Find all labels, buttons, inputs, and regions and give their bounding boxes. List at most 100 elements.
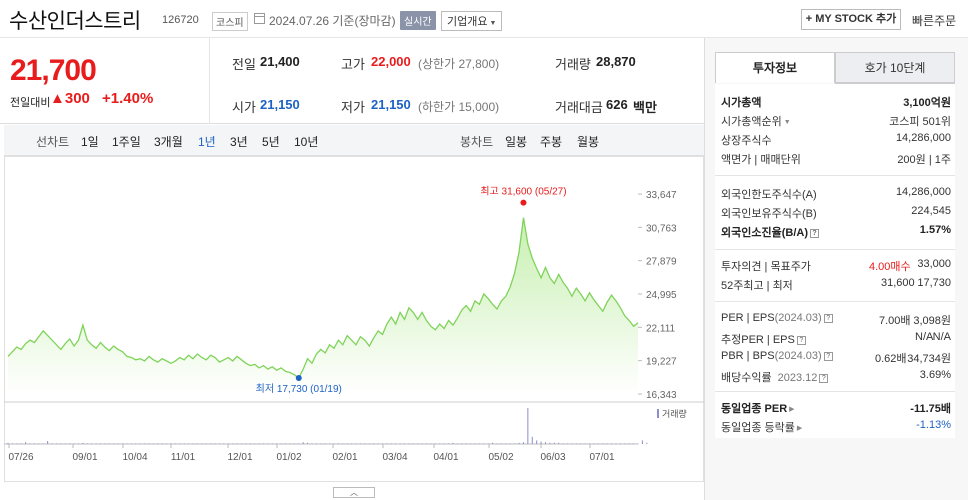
volume-bar: [496, 443, 498, 444]
volume-bar: [42, 443, 44, 444]
volume-bar: [452, 442, 454, 444]
tab-investment-info[interactable]: 투자정보: [715, 52, 835, 83]
volume-bar: [320, 443, 322, 444]
volume-legend-swatch: [657, 409, 659, 418]
foreign-ratio-value: 1.57%: [919, 224, 951, 236]
volume-bar: [505, 443, 507, 444]
candle-weekly-button[interactable]: 주봉: [540, 133, 562, 150]
candle-monthly-button[interactable]: 월봉: [577, 133, 599, 150]
volume-bar: [518, 442, 520, 444]
open-value: 21,150: [260, 97, 300, 112]
candle-chart-label: 봉차트: [460, 135, 494, 149]
realtime-button[interactable]: 실시간: [400, 11, 436, 30]
volume-bar: [553, 442, 555, 444]
info-section-sector: 동일업종 PER ▶ -11.75배 동일업종 등락률 ▶ -1.13%: [715, 392, 955, 438]
help-icon[interactable]: ?: [823, 352, 833, 361]
volume-bar: [188, 443, 190, 444]
volume-bar: [122, 443, 124, 444]
period-1d-button[interactable]: 1일: [81, 133, 99, 150]
upper-limit: (상한가 27,800): [418, 57, 500, 71]
x-tick-label: 06/03: [540, 452, 565, 463]
volume-bar: [637, 443, 639, 444]
volume-bar: [104, 443, 106, 444]
volume-bar: [77, 443, 79, 444]
volume-bar: [298, 443, 300, 444]
volume-bar: [139, 443, 141, 444]
volume-bar: [20, 443, 22, 444]
volume-bar: [324, 443, 326, 444]
add-mystock-button[interactable]: + MY STOCK 추가: [801, 9, 901, 30]
prev-close-value: 21,400: [260, 54, 300, 69]
volume-bar: [628, 443, 630, 444]
volume-bar: [571, 443, 573, 444]
y-tick-label: 30,763: [646, 223, 677, 234]
help-icon[interactable]: ?: [810, 229, 819, 238]
opinion-label: 투자의견 | 목표주가: [721, 261, 811, 273]
volume-bar: [64, 443, 66, 444]
eps-value: 3,098원: [913, 315, 951, 327]
target-price-value: 33,000: [917, 258, 951, 270]
period-10y-button[interactable]: 10년: [294, 133, 318, 150]
volume-bar: [249, 443, 251, 444]
period-1w-button[interactable]: 1주일: [112, 133, 141, 150]
divider: [209, 38, 210, 124]
help-icon[interactable]: ?: [819, 374, 829, 383]
chevron-down-icon[interactable]: ▼: [784, 119, 791, 126]
volume-bar: [483, 443, 485, 444]
period-5y-button[interactable]: 5년: [262, 133, 280, 150]
volume-bar: [130, 443, 132, 444]
volume-bar: [492, 442, 494, 444]
low-value: 21,150: [371, 97, 411, 112]
volume-bar: [152, 443, 154, 444]
help-icon[interactable]: ?: [796, 336, 806, 345]
high52-value: 31,600: [881, 277, 915, 289]
low-label: 저가: [341, 100, 365, 115]
chart-toolbar: 선차트 1일 1주일 3개월 1년 3년 5년 10년 봉차트 일봉 주봉 월봉: [4, 125, 704, 156]
pbr-label-text: PBR | BPS: [721, 350, 775, 362]
volume-bar: [430, 443, 432, 444]
expand-chart-button[interactable]: ︿: [333, 487, 375, 498]
volume-bar: [575, 443, 577, 444]
volume-bar: [307, 442, 309, 444]
volume-bar: [364, 443, 366, 444]
volume-bar: [240, 443, 242, 444]
help-icon[interactable]: ?: [823, 314, 833, 323]
period-1y-button[interactable]: 1년: [198, 133, 216, 150]
volume-bar: [624, 443, 626, 444]
add-mystock-label: MY STOCK 추가: [815, 13, 897, 25]
y-tick-label: 24,995: [646, 290, 677, 301]
dividend-date: 2023.12: [777, 372, 818, 384]
company-info-button[interactable]: 기업개요 ▼: [441, 11, 503, 31]
price-change-value: 300: [64, 90, 90, 107]
chevron-right-icon[interactable]: ▶: [789, 405, 794, 413]
period-3y-button[interactable]: 3년: [230, 133, 248, 150]
tab-order-book[interactable]: 호가 10단계: [835, 52, 955, 83]
volume-bar: [399, 443, 401, 444]
volume-bar: [373, 443, 375, 444]
volume-bar: [276, 443, 278, 444]
volume-bar: [117, 443, 119, 444]
quick-order-link[interactable]: 빠른주문: [912, 12, 956, 29]
dividend-value: 3.69%: [919, 369, 951, 381]
investment-info-panel: 투자정보 호가 10단계 시가총액 3,100억원 시가총액순위 ▼ 코스피 501위…: [704, 38, 968, 500]
volume-bar: [95, 443, 97, 444]
est-eps-value: N/A: [932, 331, 951, 343]
chevron-right-icon[interactable]: ▶: [797, 424, 802, 432]
high-annotation: 최고 31,600 (05/27): [480, 186, 566, 198]
info-section-foreign: 외국인한도주식수(A) 14,286,000 외국인보유주식수(B) 224,545…: [715, 176, 955, 250]
price-area-fill: [8, 217, 638, 394]
period-3m-button[interactable]: 3개월: [154, 133, 183, 150]
x-tick-label: 03/04: [382, 452, 407, 463]
volume-bar: [280, 443, 282, 444]
low-marker: [295, 374, 302, 381]
x-tick-label: 02/01: [332, 452, 357, 463]
line-chart-label: 선차트: [36, 135, 70, 149]
volume-bar: [351, 443, 353, 444]
volume-bar: [527, 408, 529, 444]
volume-bar: [51, 443, 53, 444]
volume-bar: [245, 443, 247, 444]
amount-unit: 백만: [633, 100, 657, 115]
volume-bar: [342, 443, 344, 444]
volume-bar: [633, 443, 635, 444]
candle-daily-button[interactable]: 일봉: [505, 133, 527, 150]
